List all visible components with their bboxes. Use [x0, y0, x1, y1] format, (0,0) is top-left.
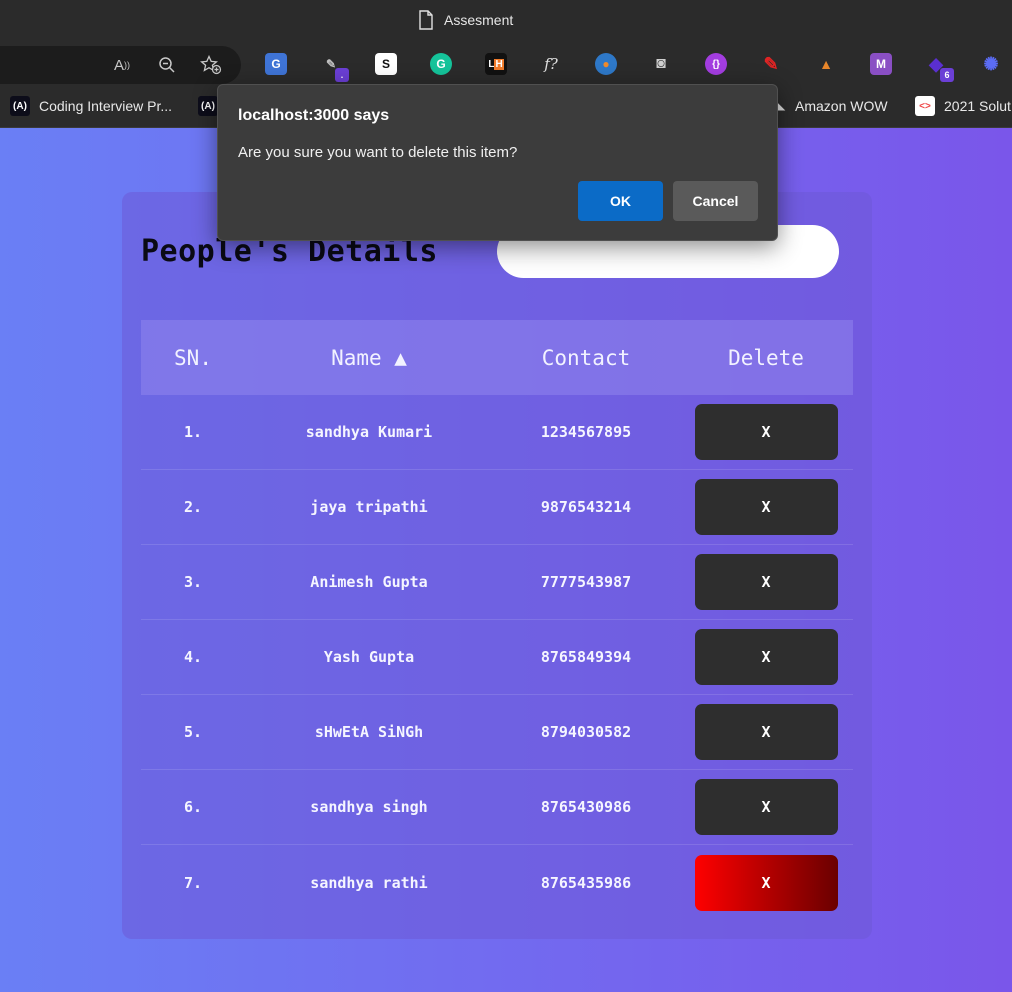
table-row: 2. jaya tripathi 9876543214 X [141, 470, 853, 545]
table-body: 1. sandhya Kumari 1234567895 X 2. jaya tripat… [141, 395, 853, 920]
row-name: sHwEtA SiNGh [314, 723, 424, 741]
bookmark-favicon-icon: (A) [10, 96, 30, 116]
cancel-button[interactable]: Cancel [673, 181, 758, 221]
table-row: 6. sandhya singh 8765430986 X [141, 770, 853, 845]
dialog-message: Are you sure you want to delete this ite… [238, 144, 518, 161]
table-row: 1. sandhya Kumari 1234567895 X [141, 395, 853, 470]
bookmark-favicon-icon: <> [915, 96, 935, 116]
document-icon [419, 10, 433, 30]
lh-extension-icon[interactable]: LH [485, 53, 507, 75]
row-sn: 5. [183, 723, 203, 741]
table-row: 5. sHwEtA SiNGh 8794030582 X [141, 695, 853, 770]
row-sn: 7. [183, 873, 203, 892]
function-extension-icon[interactable]: f? [540, 53, 562, 75]
header-contact: Contact [541, 345, 631, 370]
bookmark-second[interactable]: (A) [198, 96, 218, 116]
row-contact: 1234567895 [540, 423, 632, 441]
row-sn: 4. [183, 648, 203, 666]
browser-toolbar: A)) G ✎. S G LH f? ● ◙ {} ✎ ▲ M ◆ 6 ✺ [0, 42, 1012, 86]
row-sn: 3. [183, 573, 203, 591]
bird-extension-icon[interactable]: ● [595, 53, 617, 75]
bookmark-2021-solutions[interactable]: <> 2021 Solut [915, 96, 1011, 116]
row-contact: 7777543987 [540, 573, 632, 591]
row-sn: 1. [183, 423, 203, 441]
table-row: 3. Animesh Gupta 7777543987 X [141, 545, 853, 620]
row-delete-cell: X [679, 404, 853, 460]
pen-extension-icon[interactable]: ✎. [320, 53, 349, 82]
marker-icon[interactable]: ✎ [760, 53, 782, 75]
camera-icon[interactable]: ◙ [650, 53, 672, 75]
confirm-dialog: localhost:3000 says Are you sure you wan… [217, 84, 778, 241]
row-name: sandhya Kumari [305, 423, 433, 441]
table-row: 7. sandhya rathi 8765435986 X [141, 845, 853, 920]
row-sn: 6. [183, 798, 203, 816]
stack-extension-icon[interactable]: ◆ 6 [925, 53, 954, 82]
row-delete-cell: X [679, 554, 853, 610]
delete-row-button[interactable]: X [694, 704, 838, 760]
row-contact: 8765435986 [540, 873, 632, 892]
google-translate-icon[interactable]: G [265, 53, 287, 75]
gear-burst-icon[interactable]: ✺ [980, 53, 1002, 75]
delete-row-button[interactable]: X [694, 779, 838, 835]
details-card: People's Details SN. Name ▲ Contact Dele… [122, 192, 872, 939]
table-row: 4. Yash Gupta 8765849394 X [141, 620, 853, 695]
delete-row-button[interactable]: X [694, 629, 838, 685]
delete-row-button[interactable]: X [694, 479, 838, 535]
bookmark-label: Coding Interview Pr... [39, 98, 173, 114]
row-delete-cell: X [679, 479, 853, 535]
window-title: Assesment [444, 12, 514, 28]
dialog-title: localhost:3000 says [238, 107, 390, 124]
bookmark-amazon-wow[interactable]: ◣ Amazon WOW [776, 96, 888, 116]
row-delete-cell: X [679, 854, 853, 911]
row-name: sandhya rathi [310, 873, 428, 892]
m-extension-icon[interactable]: M [870, 53, 892, 75]
header-delete: Delete [728, 345, 804, 370]
row-name: Yash Gupta [323, 648, 415, 666]
row-delete-cell: X [679, 629, 853, 685]
delete-row-button[interactable]: X [694, 854, 838, 911]
code-extension-icon[interactable]: {} [705, 53, 727, 75]
header-name-sortable[interactable]: Name ▲ [245, 346, 493, 370]
row-delete-cell: X [679, 779, 853, 835]
window-title-group: Assesment [418, 10, 513, 30]
row-contact: 8794030582 [540, 723, 632, 741]
bookmark-coding-interview[interactable]: (A) Coding Interview Pr... [10, 96, 172, 116]
ok-button[interactable]: OK [578, 181, 663, 221]
delete-row-button[interactable]: X [694, 404, 838, 460]
row-contact: 8765430986 [540, 798, 632, 816]
bookmark-favicon-icon: (A) [198, 96, 218, 116]
grammarly-icon[interactable]: G [430, 53, 452, 75]
header-sn: SN. [174, 345, 212, 370]
read-aloud-icon[interactable]: A)) [111, 55, 133, 75]
row-name: sandhya singh [310, 798, 428, 816]
row-name: Animesh Gupta [310, 573, 428, 591]
address-bar[interactable]: A)) [0, 46, 241, 84]
s-extension-icon[interactable]: S [375, 53, 397, 75]
bookmark-label: 2021 Solut [944, 98, 1011, 114]
hat-extension-icon[interactable]: ▲ [815, 53, 837, 75]
delete-row-button[interactable]: X [694, 554, 838, 610]
add-favorite-icon[interactable] [200, 55, 222, 75]
row-contact: 8765849394 [540, 648, 632, 666]
window-titlebar: Assesment [0, 0, 1012, 42]
zoom-out-icon[interactable] [156, 55, 178, 75]
people-table: SN. Name ▲ Contact Delete 1. sandhya Kuma… [141, 320, 853, 920]
row-contact: 9876543214 [540, 498, 632, 516]
row-delete-cell: X [679, 704, 853, 760]
bookmark-label: Amazon WOW [795, 98, 888, 114]
row-sn: 2. [183, 498, 203, 516]
table-header: SN. Name ▲ Contact Delete [141, 320, 853, 395]
row-name: jaya tripathi [310, 498, 428, 516]
page-content: People's Details SN. Name ▲ Contact Dele… [0, 128, 1012, 992]
